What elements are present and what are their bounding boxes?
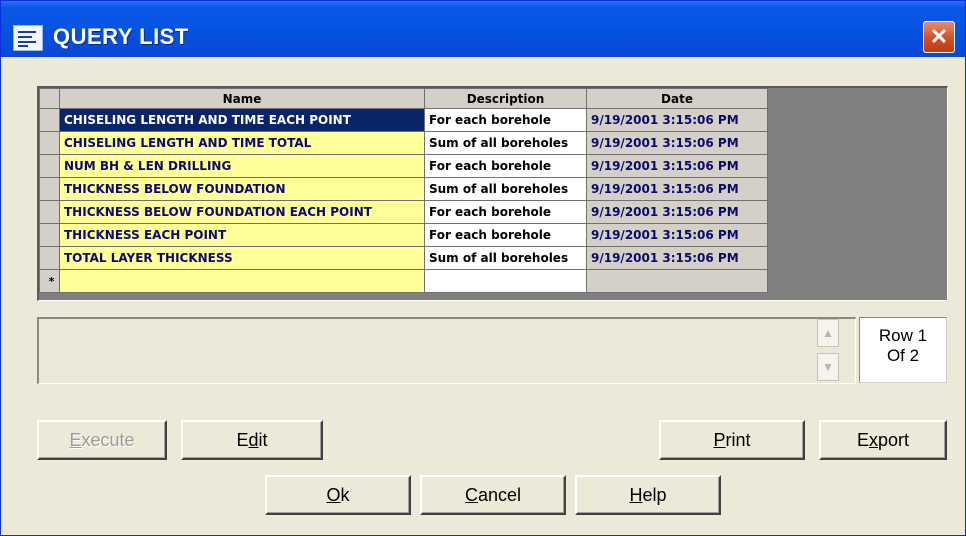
query-date-cell[interactable]: 9/19/2001 3:15:06 PM [586,246,768,270]
query-date-cell[interactable] [586,269,768,293]
column-header-date[interactable]: Date [586,88,768,109]
column-header-description[interactable]: Description [424,88,587,109]
query-table: Name Description Date CHISELING LENGTH A… [39,88,768,293]
query-name-cell[interactable]: THICKNESS BELOW FOUNDATION EACH POINT [59,200,425,224]
query-text-memo[interactable] [37,317,856,384]
query-list-window: QUERY LIST ✕ Name Description Date CHISE… [0,0,966,536]
app-icon[interactable] [13,25,43,51]
table-row[interactable]: THICKNESS BELOW FOUNDATION EACH POINT For… [39,200,768,224]
new-row[interactable]: * [39,269,768,293]
scroll-up-icon[interactable]: ▲ [817,319,839,347]
query-description-cell[interactable] [424,269,587,293]
record-total-label: Of 2 [886,346,920,365]
query-date-cell[interactable]: 9/19/2001 3:15:06 PM [586,177,768,201]
row-selector[interactable] [39,200,60,224]
query-description-cell[interactable]: For each borehole [424,154,587,178]
row-selector[interactable] [39,154,60,178]
query-grid[interactable]: Name Description Date CHISELING LENGTH A… [37,86,948,301]
row-selector[interactable] [39,246,60,270]
table-row[interactable]: CHISELING LENGTH AND TIME EACH POINT For … [39,108,768,132]
row-selector[interactable] [39,108,60,132]
export-button[interactable]: Export [819,420,947,460]
query-description-cell[interactable]: Sum of all boreholes [424,246,587,270]
cancel-button[interactable]: Cancel [420,475,566,515]
title-bar[interactable]: QUERY LIST ✕ [1,1,965,57]
query-name-cell[interactable]: TOTAL LAYER THICKNESS [59,246,425,270]
query-description-cell[interactable]: For each borehole [424,223,587,247]
query-name-cell[interactable] [59,269,425,293]
row-selector-header [39,88,60,109]
query-description-cell[interactable]: For each borehole [424,200,587,224]
row-selector[interactable] [39,177,60,201]
table-row[interactable]: THICKNESS EACH POINT For each borehole 9/1… [39,223,768,247]
query-description-cell[interactable]: Sum of all boreholes [424,177,587,201]
column-header-name[interactable]: Name [59,88,425,109]
print-button[interactable]: Print [659,420,805,460]
table-row[interactable]: TOTAL LAYER THICKNESS Sum of all borehole… [39,246,768,270]
query-name-cell[interactable]: THICKNESS EACH POINT [59,223,425,247]
query-date-cell[interactable]: 9/19/2001 3:15:06 PM [586,108,768,132]
ok-button[interactable]: Ok [265,475,411,515]
query-date-cell[interactable]: 9/19/2001 3:15:06 PM [586,154,768,178]
close-icon[interactable]: ✕ [923,21,955,53]
query-name-cell[interactable]: THICKNESS BELOW FOUNDATION [59,177,425,201]
query-date-cell[interactable]: 9/19/2001 3:15:06 PM [586,223,768,247]
record-indicator: Row 1 Of 2 [859,317,947,383]
record-row-label: Row 1 [878,326,928,345]
query-date-cell[interactable]: 9/19/2001 3:15:06 PM [586,200,768,224]
table-row[interactable]: CHISELING LENGTH AND TIME TOTAL Sum of al… [39,131,768,155]
row-selector[interactable] [39,223,60,247]
grid-header-row: Name Description Date [39,88,768,109]
query-name-cell[interactable]: NUM BH & LEN DRILLING [59,154,425,178]
execute-button[interactable]: Execute [37,420,167,460]
scroll-down-icon[interactable]: ▼ [817,353,839,381]
query-description-cell[interactable]: Sum of all boreholes [424,131,587,155]
row-selector[interactable] [39,131,60,155]
new-row-marker[interactable]: * [39,269,60,293]
query-name-cell[interactable]: CHISELING LENGTH AND TIME TOTAL [59,131,425,155]
table-row[interactable]: NUM BH & LEN DRILLING For each borehole 9/… [39,154,768,178]
query-description-cell[interactable]: For each borehole [424,108,587,132]
memo-scrollbar[interactable]: ▲ ▼ [817,319,839,383]
window-title: QUERY LIST [53,24,189,49]
help-button[interactable]: Help [575,475,721,515]
edit-button[interactable]: Edit [181,420,323,460]
query-date-cell[interactable]: 9/19/2001 3:15:06 PM [586,131,768,155]
table-row[interactable]: THICKNESS BELOW FOUNDATION Sum of all bor… [39,177,768,201]
query-name-cell[interactable]: CHISELING LENGTH AND TIME EACH POINT [59,108,425,132]
